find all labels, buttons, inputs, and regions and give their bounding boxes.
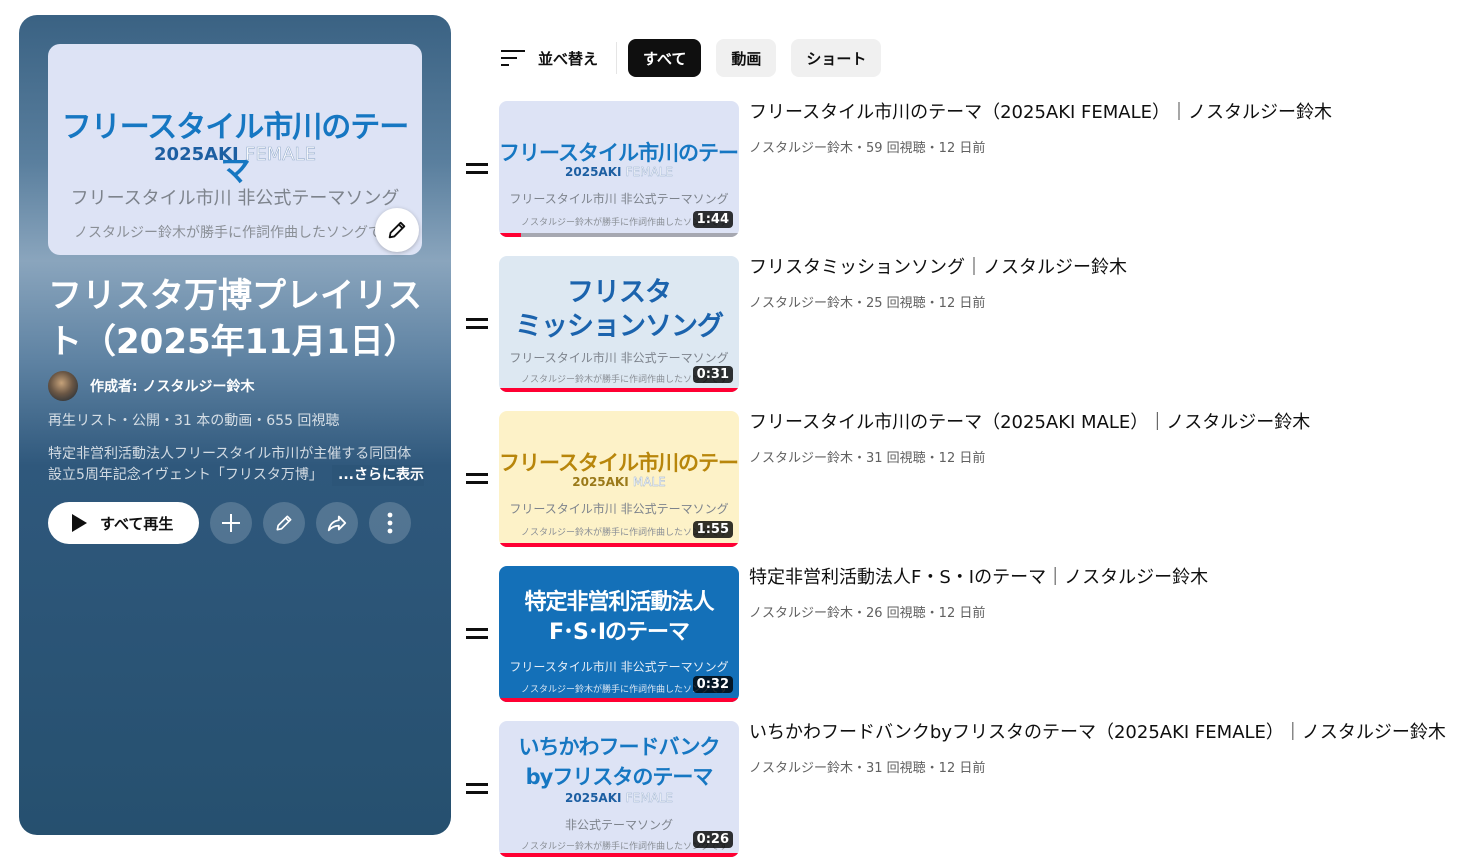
cover-note: ノスタルジー鈴木が勝手に作詞作曲したソングです	[74, 225, 396, 241]
thumb-subtitle: 2025AKI MALE	[499, 475, 739, 489]
watch-progress-fill	[499, 388, 739, 392]
show-more-link[interactable]: ...さらに表示	[332, 465, 424, 486]
watch-progress-fill	[499, 698, 739, 702]
video-title[interactable]: フリースタイル市川のテーマ（2025AKI MALE）｜ノスタルジー鈴木	[749, 411, 1454, 435]
video-meta: ノスタルジー鈴木・31 回視聴・12 日前	[749, 761, 986, 776]
video-duration: 1:44	[692, 211, 733, 228]
chip-all[interactable]: すべて	[628, 39, 702, 77]
cover-season: 2025AKI	[154, 144, 239, 165]
video-title[interactable]: フリスタミッションソング｜ノスタルジー鈴木	[749, 256, 1454, 280]
play-all-button[interactable]: すべて再生	[48, 502, 200, 544]
thumb-title-line-2: byフリスタのテーマ	[525, 765, 714, 789]
video-duration: 0:31	[692, 366, 733, 383]
drag-handle-icon[interactable]	[466, 160, 488, 176]
thumb-caption: フリースタイル市川 非公式テーマソング	[509, 660, 729, 674]
filter-divider	[616, 42, 618, 74]
drag-handle-icon[interactable]	[466, 470, 488, 486]
plus-icon	[222, 514, 241, 532]
video-title[interactable]: 特定非営利活動法人F・S・Iのテーマ｜ノスタルジー鈴木	[749, 566, 1454, 590]
play-icon	[72, 514, 87, 532]
share-button[interactable]	[316, 502, 359, 544]
video-meta: ノスタルジー鈴木・59 回視聴・12 日前	[749, 141, 986, 156]
thumb-title: いちかわフードバンク	[518, 735, 720, 759]
watch-progress	[499, 388, 739, 392]
video-meta: ノスタルジー鈴木・26 回視聴・12 日前	[749, 606, 986, 621]
chip-videos[interactable]: 動画	[716, 39, 777, 77]
sort-label: 並べ替え	[538, 49, 599, 68]
video-duration: 0:32	[692, 676, 733, 693]
video-thumbnail[interactable]: フリースタイル市川のテーマ 2025AKI FEMALE フリースタイル市川 非…	[499, 101, 739, 237]
thumb-caption: フリースタイル市川 非公式テーマソング	[509, 192, 729, 206]
watch-progress-fill	[499, 233, 521, 237]
edit-playlist-button[interactable]	[263, 502, 306, 544]
play-all-label: すべて再生	[100, 514, 174, 533]
watch-progress	[499, 853, 739, 857]
playlist-actions: すべて再生	[48, 502, 412, 544]
video-duration: 1:55	[692, 521, 733, 538]
share-icon	[328, 515, 347, 532]
video-meta: ノスタルジー鈴木・31 回視聴・12 日前	[749, 451, 986, 466]
video-row[interactable]: 特定非営利活動法人 F･S･Iのテーマ フリースタイル市川 非公式テーマソング …	[466, 566, 1456, 721]
pencil-icon	[388, 221, 406, 239]
drag-handle-icon[interactable]	[466, 315, 488, 331]
more-options-button[interactable]	[369, 502, 412, 544]
video-duration: 0:26	[692, 831, 733, 848]
add-button[interactable]	[210, 502, 253, 544]
edit-cover-button[interactable]	[375, 208, 419, 252]
avatar[interactable]	[48, 371, 78, 401]
cover-caption: フリースタイル市川 非公式テーマソング	[70, 188, 400, 209]
video-row[interactable]: フリースタイル市川のテーマ 2025AKI FEMALE フリースタイル市川 非…	[466, 101, 1456, 256]
watch-progress-fill	[499, 543, 739, 547]
cover-version: FEMALE	[244, 144, 317, 166]
playlist-owner[interactable]: 作成者: ノスタルジー鈴木	[48, 371, 254, 401]
chip-shorts[interactable]: ショート	[791, 39, 882, 77]
thumb-title-line-2: ミッションソング	[515, 311, 724, 342]
thumb-version: MALE	[632, 475, 666, 489]
drag-handle-icon[interactable]	[466, 780, 488, 796]
description-line-1: 特定非営利活動法人フリースタイル市川が主催する同団体	[48, 446, 412, 462]
drag-handle-icon[interactable]	[466, 625, 488, 641]
video-title[interactable]: フリースタイル市川のテーマ（2025AKI FEMALE）｜ノスタルジー鈴木	[749, 101, 1454, 125]
watch-progress	[499, 543, 739, 547]
more-vertical-icon	[387, 512, 393, 534]
thumb-caption: フリースタイル市川 非公式テーマソング	[509, 502, 729, 516]
pencil-icon	[276, 515, 292, 531]
watch-progress-fill	[499, 853, 739, 857]
thumb-title-line-2: F･S･Iのテーマ	[548, 620, 690, 645]
playlist-description[interactable]: 特定非営利活動法人フリースタイル市川が主催する同団体 設立5周年記念イヴェント「…	[48, 444, 424, 486]
thumb-subtitle: 2025AKI FEMALE	[499, 791, 739, 805]
sort-icon	[501, 50, 525, 66]
thumb-season: 2025AKI	[565, 791, 622, 805]
video-thumbnail[interactable]: いちかわフードバンク byフリスタのテーマ 2025AKI FEMALE 非公式…	[499, 721, 739, 857]
playlist-video-list: フリースタイル市川のテーマ 2025AKI FEMALE フリースタイル市川 非…	[466, 101, 1456, 857]
thumb-version: FEMALE	[625, 791, 673, 805]
video-title[interactable]: いちかわフードバンクbyフリスタのテーマ（2025AKI FEMALE）｜ノスタ…	[749, 721, 1454, 745]
video-meta: ノスタルジー鈴木・25 回視聴・12 日前	[749, 296, 986, 311]
watch-progress	[499, 233, 739, 237]
owner-name[interactable]: 作成者: ノスタルジー鈴木	[90, 376, 254, 396]
video-row[interactable]: フリースタイル市川のテーマ 2025AKI MALE フリースタイル市川 非公式…	[466, 411, 1456, 566]
thumb-title: フリースタイル市川のテーマ	[499, 451, 739, 475]
thumb-subtitle: 2025AKI FEMALE	[499, 165, 739, 179]
thumb-title: 特定非営利活動法人	[524, 590, 714, 615]
filter-bar: 並べ替え すべて 動画 ショート	[500, 39, 896, 77]
video-row[interactable]: いちかわフードバンク byフリスタのテーマ 2025AKI FEMALE 非公式…	[466, 721, 1456, 857]
video-thumbnail[interactable]: 特定非営利活動法人 F･S･Iのテーマ フリースタイル市川 非公式テーマソング …	[499, 566, 739, 702]
video-row[interactable]: フリスタ ミッションソング フリースタイル市川 非公式テーマソング ノスタルジー…	[466, 256, 1456, 411]
cover-subtitle: 2025AKI FEMALE	[48, 144, 422, 166]
video-thumbnail[interactable]: フリスタ ミッションソング フリースタイル市川 非公式テーマソング ノスタルジー…	[499, 256, 739, 392]
playlist-cover[interactable]: フリースタイル市川のテーマ 2025AKI FEMALE フリースタイル市川 非…	[48, 44, 422, 255]
playlist-meta: 再生リスト・公開・31 本の動画・655 回視聴	[48, 413, 340, 429]
thumb-title: フリースタイル市川のテーマ	[499, 141, 739, 165]
watch-progress	[499, 698, 739, 702]
thumb-season: 2025AKI	[572, 475, 629, 489]
video-thumbnail[interactable]: フリースタイル市川のテーマ 2025AKI MALE フリースタイル市川 非公式…	[499, 411, 739, 547]
thumb-season: 2025AKI	[565, 165, 622, 179]
thumb-caption: フリースタイル市川 非公式テーマソング	[509, 351, 729, 365]
playlist-title: フリスタ万博プレイリスト（2025年11月1日）	[48, 276, 422, 362]
sort-button[interactable]: 並べ替え	[500, 48, 598, 69]
thumb-version: FEMALE	[625, 165, 673, 179]
playlist-header-panel: フリースタイル市川のテーマ 2025AKI FEMALE フリースタイル市川 非…	[19, 15, 451, 835]
